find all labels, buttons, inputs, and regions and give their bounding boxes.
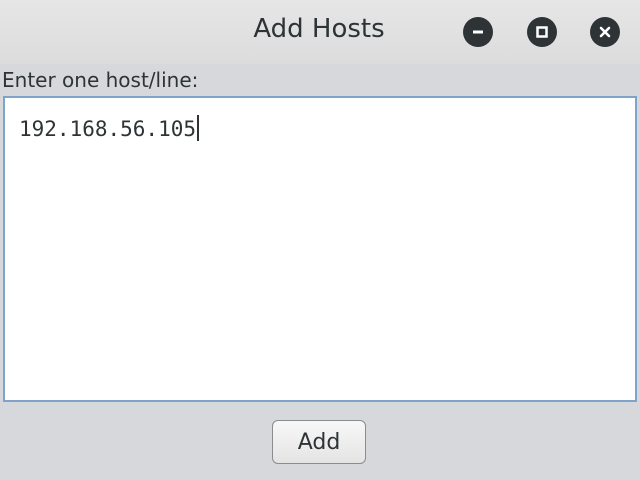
- text-caret: [197, 115, 200, 141]
- hosts-text: 192.168.56.105: [19, 115, 200, 141]
- hosts-prompt-label: Enter one host/line:: [2, 68, 199, 92]
- hosts-text-value: 192.168.56.105: [19, 117, 197, 141]
- minimize-icon: [473, 30, 483, 34]
- close-icon: [599, 26, 611, 38]
- add-button[interactable]: Add: [272, 420, 366, 464]
- maximize-button[interactable]: [527, 17, 557, 47]
- title-bar[interactable]: Add Hosts: [0, 0, 640, 64]
- add-hosts-dialog: Add Hosts Enter one host/line: 192.168.5…: [0, 0, 640, 480]
- maximize-icon: [536, 26, 548, 38]
- close-button[interactable]: [590, 17, 620, 47]
- minimize-button[interactable]: [463, 17, 493, 47]
- hosts-textarea[interactable]: 192.168.56.105: [3, 96, 637, 402]
